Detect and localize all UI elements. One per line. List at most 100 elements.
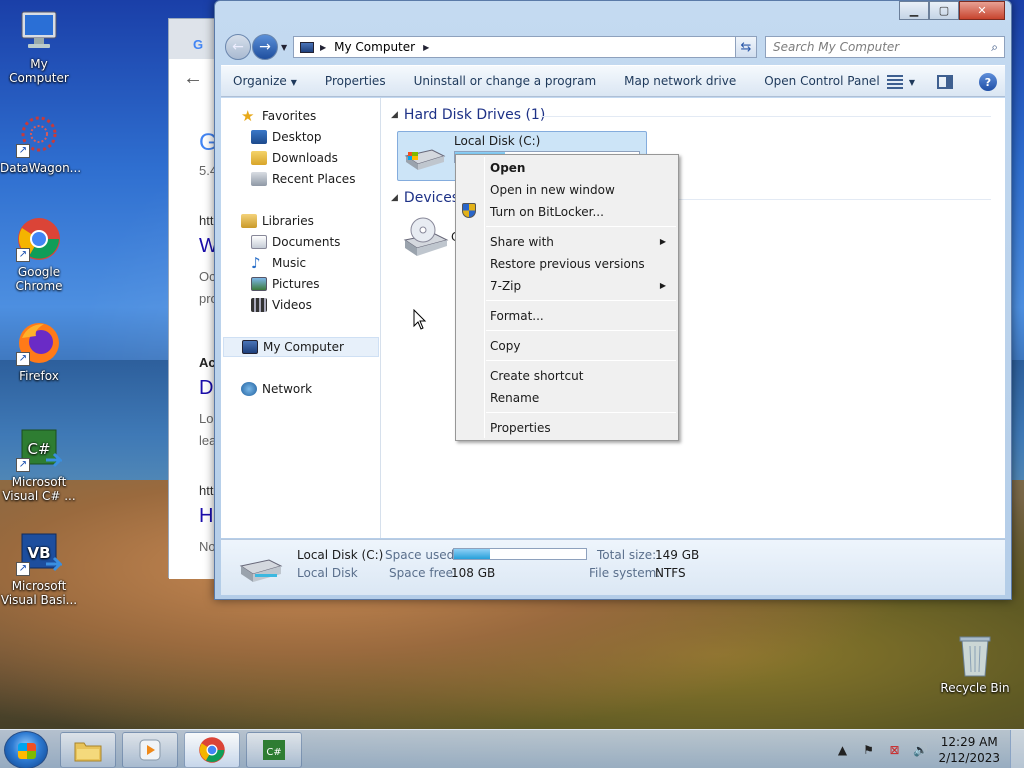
menu-item-properties[interactable]: Properties (490, 418, 551, 438)
desktop-icon-label: Google Chrome (15, 265, 63, 293)
recent-pages-dropdown[interactable]: ▼ (281, 43, 287, 52)
downloads-folder-icon (251, 151, 267, 165)
address-bar[interactable]: ▶ My Computer ▶ ▼ (293, 36, 753, 58)
recycle-bin-icon (952, 632, 998, 678)
collapse-arrow-icon[interactable]: ◢ (391, 110, 398, 120)
desktop-icon-recycle-bin[interactable]: Recycle Bin (936, 632, 1014, 695)
nav-label: Downloads (272, 151, 338, 165)
menu-item-7zip[interactable]: 7-Zip (490, 276, 676, 296)
back-button[interactable]: ← (225, 34, 251, 60)
menu-item-open-new-window[interactable]: Open in new window (490, 180, 615, 200)
clock-date: 2/12/2023 (938, 750, 1000, 765)
nav-item-network[interactable]: Network (241, 379, 312, 399)
star-icon: ★ (241, 107, 255, 125)
help-icon[interactable]: ? (979, 73, 997, 91)
view-options-icon[interactable] (886, 75, 903, 89)
menu-separator (486, 330, 676, 331)
start-button[interactable] (4, 731, 48, 768)
collapse-arrow-icon[interactable]: ◢ (391, 193, 398, 203)
taskbar: C# ▲ ⚑ ⊠ 🔊 12:29 AM 2/12/2023 (0, 729, 1024, 768)
nav-label: Music (272, 256, 307, 270)
desktop-icon-label: Microsoft Visual Basi... (0, 579, 78, 607)
menu-item-open[interactable]: Open (490, 158, 525, 178)
nav-item-favorites[interactable]: ★ Favorites (241, 106, 316, 126)
organize-label: Organize (233, 74, 287, 88)
preview-pane-icon[interactable] (937, 75, 953, 89)
uninstall-program-button[interactable]: Uninstall or change a program (414, 74, 597, 88)
nav-label: Desktop (272, 130, 322, 144)
nav-item-recent-places[interactable]: Recent Places (251, 169, 355, 189)
context-menu: Open Open in new window Turn on BitLocke… (455, 154, 679, 441)
volume-icon[interactable]: 🔊 (912, 742, 928, 758)
firefox-icon: ↗ (16, 320, 62, 366)
group-header-devices[interactable]: ◢ Devices (391, 190, 459, 206)
nav-item-pictures[interactable]: Pictures (251, 274, 320, 294)
chrome-icon (199, 737, 225, 763)
maximize-button[interactable]: ▢ (929, 1, 959, 20)
search-icon[interactable]: ⌕ (991, 40, 998, 55)
minimize-button[interactable]: ▁ (899, 1, 929, 20)
submenu-arrow-icon: ▶ (659, 237, 666, 246)
taskbar-chrome-button[interactable] (184, 732, 240, 768)
action-center-icon[interactable]: ⚑ (860, 742, 876, 758)
nav-item-downloads[interactable]: Downloads (251, 148, 338, 168)
organize-button[interactable]: Organize ▼ (233, 74, 297, 88)
nav-item-libraries[interactable]: Libraries (241, 211, 314, 231)
desktop-icon-firefox[interactable]: ↗ Firefox (0, 320, 78, 383)
chevron-right-icon[interactable]: ▶ (320, 43, 326, 52)
desktop-icon-label: Firefox (19, 369, 59, 383)
result-url: htt (199, 213, 214, 228)
desktop-icon-visual-csharp[interactable]: C# ↗ Microsoft Visual C# ... (0, 426, 78, 503)
visual-csharp-icon: C# (263, 740, 285, 760)
taskbar-explorer-button[interactable] (60, 732, 116, 768)
chevron-down-icon[interactable]: ▼ (909, 78, 915, 87)
space-used-fill (454, 549, 490, 559)
chevron-right-icon[interactable]: ▶ (423, 43, 429, 52)
file-system-value: NTFS (655, 566, 686, 580)
network-status-icon[interactable]: ⊠ (886, 742, 902, 758)
command-bar: Organize ▼ Properties Uninstall or change… (221, 65, 1005, 97)
taskbar-visual-csharp-button[interactable]: C# (246, 732, 302, 768)
close-button[interactable]: ✕ (959, 1, 1005, 20)
menu-item-rename[interactable]: Rename (490, 388, 539, 408)
show-desktop-button[interactable] (1010, 730, 1024, 768)
nav-label: My Computer (263, 340, 344, 354)
back-arrow-icon[interactable]: ← (183, 67, 203, 90)
group-divider (677, 199, 991, 200)
desktop-icon-my-computer[interactable]: My Computer (0, 8, 78, 85)
properties-button[interactable]: Properties (325, 74, 386, 88)
desktop-icon-datawagon[interactable]: ↗ DataWagon... (0, 112, 81, 175)
documents-icon (251, 235, 267, 249)
desktop-icon-visual-basic[interactable]: VB ↗ Microsoft Visual Basi... (0, 530, 78, 607)
address-location[interactable]: My Computer (334, 40, 415, 54)
nav-item-desktop[interactable]: Desktop (251, 127, 322, 147)
menu-item-copy[interactable]: Copy (490, 336, 520, 356)
menu-item-create-shortcut[interactable]: Create shortcut (490, 366, 583, 386)
clock[interactable]: 12:29 AM 2/12/2023 (938, 734, 1000, 766)
group-header-hard-disk-drives[interactable]: ◢ Hard Disk Drives (1) (391, 107, 545, 123)
nav-item-my-computer[interactable]: My Computer (223, 337, 379, 357)
shortcut-arrow-icon: ↗ (16, 352, 30, 366)
nav-item-music[interactable]: ♪ Music (251, 253, 306, 273)
refresh-button[interactable]: ⇆ (735, 36, 757, 58)
menu-item-format[interactable]: Format... (490, 306, 544, 326)
open-control-panel-button[interactable]: Open Control Panel (764, 74, 879, 88)
result-title[interactable]: H (199, 505, 213, 528)
nav-item-documents[interactable]: Documents (251, 232, 340, 252)
computer-icon (16, 8, 62, 54)
search-input[interactable]: Search My Computer ⌕ (765, 36, 1005, 58)
windows-logo-icon (18, 743, 36, 759)
nav-label: Favorites (262, 109, 317, 123)
show-hidden-icons-button[interactable]: ▲ (834, 742, 850, 758)
forward-button[interactable]: → (252, 34, 278, 60)
cd-drive-icon[interactable] (401, 216, 449, 262)
nav-item-videos[interactable]: Videos (251, 295, 312, 315)
taskbar-media-player-button[interactable] (122, 732, 178, 768)
map-network-drive-button[interactable]: Map network drive (624, 74, 736, 88)
desktop-icon-google-chrome[interactable]: ↗ Google Chrome (0, 216, 78, 293)
menu-item-restore-versions[interactable]: Restore previous versions (490, 254, 645, 274)
result-title[interactable]: D (199, 377, 213, 400)
shortcut-arrow-icon: ↗ (16, 144, 30, 158)
menu-item-bitlocker[interactable]: Turn on BitLocker... (490, 202, 604, 222)
menu-item-share-with[interactable]: Share with (490, 232, 676, 252)
